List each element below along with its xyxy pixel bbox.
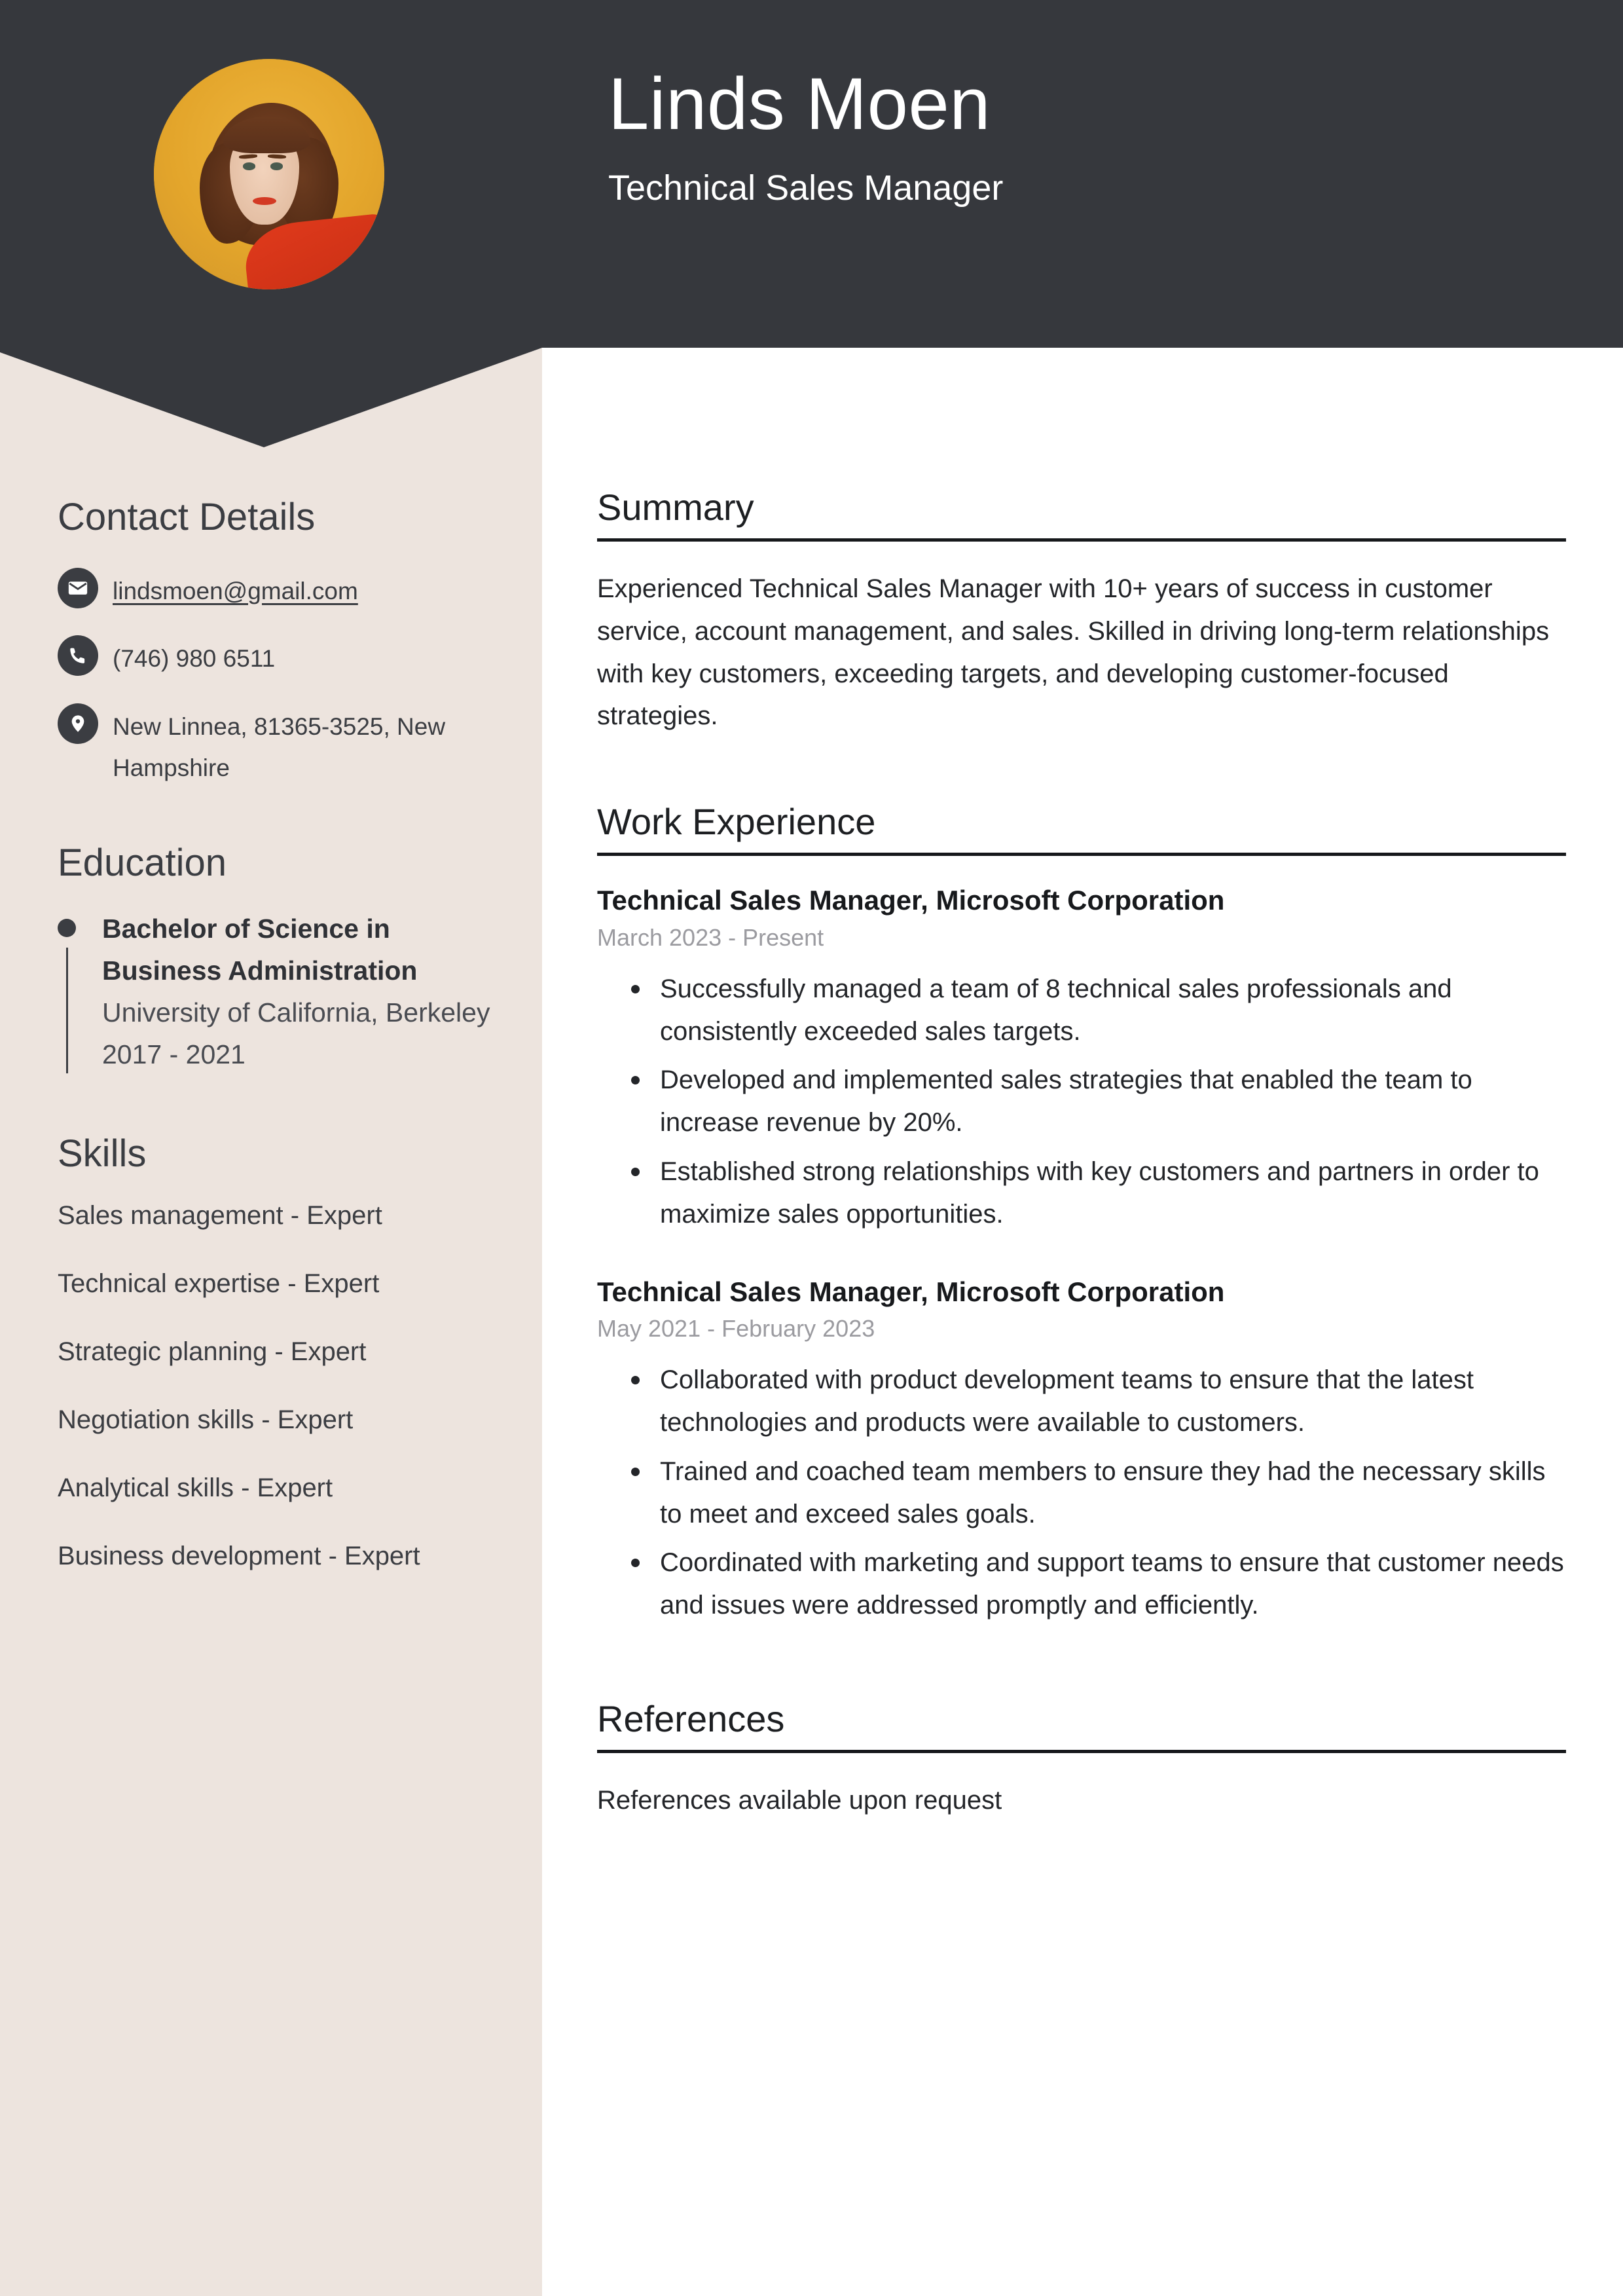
avatar-photo [154,59,384,289]
education-section: Education Bachelor of Science in Busines… [58,840,498,1075]
education-dates: 2017 - 2021 [102,1039,246,1069]
summary-divider [597,538,1566,542]
education-bullet-icon [58,918,76,937]
list-item: Negotiation skills - Expert [58,1405,354,1435]
phone-icon [58,635,98,676]
list-item: Established strong relationships with ke… [631,1151,1566,1236]
job-bullet-list: Collaborated with product development te… [597,1359,1566,1627]
header-text: Linds Moen Technical Sales Manager [608,63,1003,210]
references-section: References References available upon req… [597,1697,1566,1821]
job-role: Technical Sales Manager, Microsoft Corpo… [597,885,1225,916]
job-entry: Technical Sales Manager, Microsoft Corpo… [597,1274,1566,1627]
summary-text: Experienced Technical Sales Manager with… [597,574,1550,731]
main-content: Summary Experienced Technical Sales Mana… [597,486,1566,1868]
resume-page: Linds Moen Technical Sales Manager Conta… [0,0,1623,2296]
job-role: Technical Sales Manager, Microsoft Corpo… [597,1276,1225,1307]
summary-heading: Summary [597,487,754,528]
list-item: Collaborated with product development te… [631,1359,1566,1444]
header-job-title: Technical Sales Manager [608,168,1004,208]
list-item: Technical expertise - Expert [58,1269,380,1299]
list-item: Business development - Expert [58,1542,420,1571]
contact-item-phone: (746) 980 6511 [58,634,498,680]
references-heading: References [597,1697,785,1739]
list-item: Developed and implemented sales strategi… [631,1059,1566,1144]
skills-section: Skills Sales management - Expert Technic… [58,1131,498,1574]
education-degree: Bachelor of Science in Business Administ… [102,913,418,986]
education-institution: University of California, Berkeley [102,997,490,1028]
references-divider [597,1749,1566,1753]
contact-email-value[interactable]: lindsmoen@gmail.com [113,566,358,612]
summary-section: Summary Experienced Technical Sales Mana… [597,486,1566,737]
contact-list: lindsmoen@gmail.com (746) 980 6511 New L… [58,566,498,790]
envelope-icon [58,567,98,608]
education-heading: Education [58,842,227,885]
work-experience-section: Work Experience Technical Sales Manager,… [597,800,1566,1627]
avatar-lips [253,197,276,206]
job-dates: May 2021 - February 2023 [597,1314,875,1342]
list-item: Successfully managed a team of 8 technic… [631,968,1566,1053]
job-bullet-list: Successfully managed a team of 8 technic… [597,968,1566,1236]
education-entry: Bachelor of Science in Business Administ… [58,908,498,1076]
contact-item-email: lindsmoen@gmail.com [58,566,498,612]
job-entry: Technical Sales Manager, Microsoft Corpo… [597,882,1566,1235]
contact-item-address: New Linnea, 81365-3525, New Hampshire [58,702,498,789]
list-item: Coordinated with marketing and support t… [631,1542,1566,1627]
page-title: Linds Moen [608,63,991,145]
list-item: Analytical skills - Expert [58,1473,333,1503]
contact-address-value[interactable]: New Linnea, 81365-3525, New Hampshire [113,702,498,789]
avatar [154,59,384,289]
work-experience-divider [597,853,1566,857]
list-item: Strategic planning - Expert [58,1337,367,1367]
contact-details-section: Contact Details lindsmoen@gmail.com (746… [58,494,498,789]
contact-details-heading: Contact Details [58,496,316,538]
education-timeline-rail [66,947,68,1073]
avatar-eye-left [242,162,255,170]
list-item: Trained and coached team members to ensu… [631,1451,1566,1536]
list-item: Sales management - Expert [58,1201,382,1231]
map-pin-icon [58,703,98,744]
work-experience-heading: Work Experience [597,801,876,843]
skills-list: Sales management - Expert Technical expe… [58,1198,498,1573]
skills-heading: Skills [58,1132,147,1175]
avatar-eye-right [270,162,283,170]
contact-phone-value[interactable]: (746) 980 6511 [113,634,275,680]
references-text: References available upon request [597,1785,1002,1815]
job-dates: March 2023 - Present [597,923,824,951]
sidebar-content: Contact Details lindsmoen@gmail.com (746… [58,494,498,1607]
